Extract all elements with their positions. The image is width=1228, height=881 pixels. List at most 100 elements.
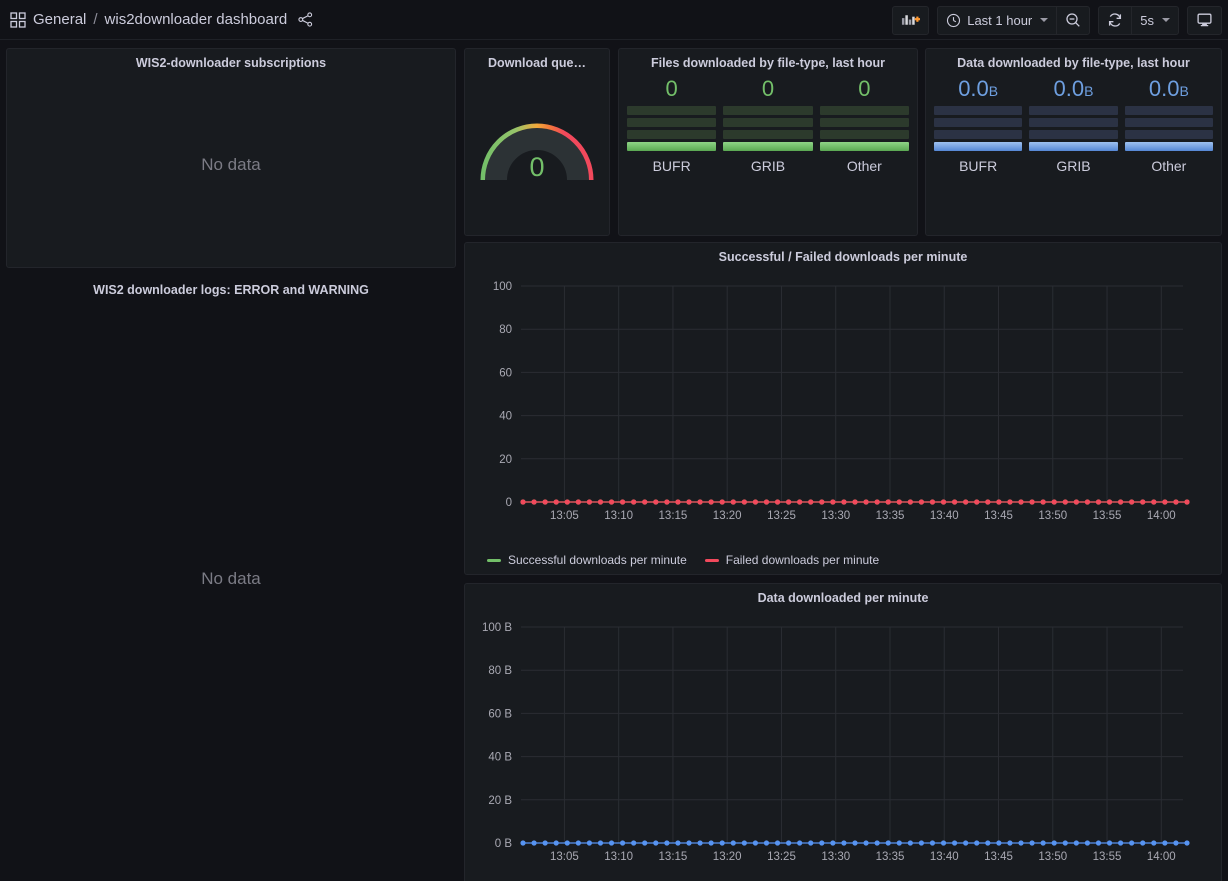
bar-gauge-cells bbox=[723, 106, 813, 151]
legend-item[interactable]: Failed downloads per minute bbox=[704, 553, 880, 567]
zoom-out-time-button[interactable] bbox=[1056, 6, 1089, 34]
x-axis-tick-label: 14:00 bbox=[1147, 510, 1176, 522]
dashboards-grid-icon[interactable] bbox=[10, 11, 26, 28]
dashboard-toolbar: Last 1 hour 5s bbox=[892, 0, 1222, 40]
refresh-interval-picker[interactable]: 5s bbox=[1131, 6, 1178, 34]
bar-gauge-unit: B bbox=[1084, 83, 1094, 99]
y-axis-tick-label: 80 bbox=[499, 324, 512, 336]
bar-gauge-label: Other bbox=[1151, 158, 1187, 174]
kiosk-group bbox=[1187, 5, 1222, 35]
legend-swatch-failed bbox=[704, 558, 719, 562]
panel-data-downloaded-per-minute[interactable]: Data downloaded per minute 0 B 20 B 40 B 60… bbox=[464, 583, 1222, 881]
series-data-downloaded-per-minute bbox=[520, 840, 1190, 846]
bar-cell bbox=[1029, 106, 1118, 115]
chevron-down-icon bbox=[1040, 18, 1049, 22]
panel-wis2-downloader-subscriptions[interactable]: WIS2-downloader subscriptions No data bbox=[6, 48, 456, 268]
kiosk-mode-button[interactable] bbox=[1188, 7, 1221, 34]
breadcrumb-folder[interactable]: General bbox=[33, 11, 86, 28]
bar-cell-lit bbox=[627, 142, 717, 151]
bar-gauge-files: 0 BUFR 0 GRIB 0 Other bbox=[619, 72, 917, 180]
legend-label: Successful downloads per minute bbox=[508, 553, 687, 567]
bar-cell bbox=[1124, 118, 1213, 127]
bar-gauge-cells bbox=[819, 106, 909, 151]
bar-gauge-item[interactable]: 0.0B Other bbox=[1124, 76, 1213, 174]
x-axis-tick-label: 13:55 bbox=[1093, 851, 1122, 863]
y-axis-tick-label: 60 B bbox=[488, 708, 512, 720]
x-axis-tick-label: 13:10 bbox=[604, 510, 633, 522]
bar-gauge-data: 0.0B BUFR 0.0B GRIB 0.0B Other bbox=[926, 72, 1221, 180]
panel-data-downloaded-by-file-type[interactable]: Data downloaded by file-type, last hour … bbox=[925, 48, 1222, 236]
legend-item[interactable]: Successful downloads per minute bbox=[487, 553, 687, 567]
share-icon[interactable] bbox=[298, 12, 313, 27]
refresh-icon bbox=[1107, 12, 1123, 28]
x-axis-tick-label: 13:50 bbox=[1038, 510, 1067, 522]
x-axis-tick-label: 13:20 bbox=[713, 851, 742, 863]
bar-gauge-value: 0 bbox=[665, 76, 678, 101]
bar-gauge-value: 0.0 bbox=[1148, 76, 1180, 101]
top-navigation-bar: General / wis2downloader dashboard Last … bbox=[0, 0, 1228, 40]
bar-gauge-item[interactable]: 0 Other bbox=[819, 76, 909, 174]
bar-cell bbox=[627, 106, 717, 115]
panel-title: Data downloaded by file-type, last hour bbox=[957, 56, 1190, 70]
panel-title: Successful / Failed downloads per minute bbox=[718, 250, 968, 264]
time-range-label: Last 1 hour bbox=[967, 12, 1033, 28]
bar-gauge-value: 0.0 bbox=[958, 76, 989, 101]
timeseries-plot-data-downloaded[interactable]: 0 B 20 B 40 B 60 B 80 B 100 B 13:05 13:10 13:15 1… bbox=[465, 607, 1221, 881]
zoom-out-icon bbox=[1065, 12, 1081, 28]
bar-cell-lit bbox=[1029, 142, 1118, 151]
bar-gauge-label: BUFR bbox=[652, 158, 691, 174]
panel-files-downloaded-by-file-type[interactable]: Files downloaded by file-type, last hour… bbox=[618, 48, 918, 236]
bar-gauge-item[interactable]: 0.0B GRIB bbox=[1029, 76, 1118, 174]
panel-wis2-downloader-logs[interactable]: WIS2 downloader logs: ERROR and WARNING … bbox=[6, 276, 456, 876]
x-axis-tick-label: 13:45 bbox=[984, 851, 1013, 863]
chart-legend: Successful downloads per minute Failed d… bbox=[465, 549, 1221, 567]
bar-gauge-label: GRIB bbox=[750, 158, 786, 174]
bar-gauge-label: BUFR bbox=[959, 158, 998, 174]
x-axis-tick-label: 13:35 bbox=[876, 510, 905, 522]
bar-gauge-item[interactable]: 0 GRIB bbox=[723, 76, 813, 174]
bar-cell bbox=[1029, 130, 1118, 139]
bar-gauge-unit: B bbox=[988, 83, 999, 99]
y-axis-tick-label: 0 bbox=[506, 497, 512, 509]
y-axis-tick-label: 20 bbox=[499, 454, 512, 466]
x-axis-tick-label: 13:05 bbox=[550, 851, 579, 863]
dashboard-canvas: WIS2-downloader subscriptions No data WI… bbox=[0, 40, 1228, 881]
bar-gauge-value: 0 bbox=[858, 76, 871, 101]
time-range-picker[interactable]: Last 1 hour bbox=[938, 7, 1056, 34]
x-axis-tick-label: 13:45 bbox=[984, 510, 1013, 522]
chevron-down-icon bbox=[1162, 18, 1170, 22]
add-panel-button[interactable] bbox=[893, 7, 928, 34]
series-failed-downloads-per-minute bbox=[520, 499, 1190, 505]
breadcrumb-separator: / bbox=[93, 11, 98, 28]
bar-gauge-label: Other bbox=[846, 158, 882, 174]
x-axis-tick-label: 13:40 bbox=[930, 510, 959, 522]
timeseries-plot-successful-failed[interactable]: 0 20 40 60 80 100 13:05 13:10 13:15 13:20 13:25 13:… bbox=[465, 266, 1221, 549]
y-axis-tick-label: 40 bbox=[499, 411, 512, 423]
bar-gauge-value: 0.0 bbox=[1053, 76, 1085, 101]
bar-cell bbox=[819, 118, 909, 127]
x-axis-tick-label: 13:50 bbox=[1038, 851, 1067, 863]
bar-cell-lit bbox=[1124, 142, 1213, 151]
refresh-dashboard-button[interactable] bbox=[1099, 7, 1131, 34]
bar-cell-lit bbox=[934, 142, 1023, 151]
legend-label: Failed downloads per minute bbox=[725, 553, 880, 567]
bar-cell-lit bbox=[819, 142, 909, 151]
bar-cell bbox=[819, 106, 909, 115]
y-axis-tick-label: 40 B bbox=[488, 752, 512, 764]
breadcrumb: General / wis2downloader dashboard bbox=[10, 11, 313, 28]
panel-successful-failed-downloads[interactable]: Successful / Failed downloads per minute… bbox=[464, 242, 1222, 575]
bar-cell bbox=[819, 130, 909, 139]
bar-cell bbox=[723, 118, 813, 127]
x-axis-tick-label: 13:20 bbox=[713, 510, 742, 522]
no-data-message: No data bbox=[201, 155, 261, 174]
bar-gauge-item[interactable]: 0 BUFR bbox=[627, 76, 717, 174]
no-data-message: No data bbox=[201, 569, 261, 588]
bar-gauge-item[interactable]: 0.0B BUFR bbox=[934, 76, 1023, 174]
panel-title: Data downloaded per minute bbox=[757, 591, 929, 605]
y-axis-tick-label: 0 B bbox=[495, 838, 513, 850]
panel-download-queue-size[interactable]: Download que… 0 bbox=[464, 48, 610, 236]
page-title[interactable]: wis2downloader dashboard bbox=[105, 11, 288, 28]
panel-title: WIS2-downloader subscriptions bbox=[135, 56, 327, 70]
panel-title: WIS2 downloader logs: ERROR and WARNING bbox=[93, 283, 369, 297]
x-axis-tick-label: 13:35 bbox=[876, 851, 905, 863]
